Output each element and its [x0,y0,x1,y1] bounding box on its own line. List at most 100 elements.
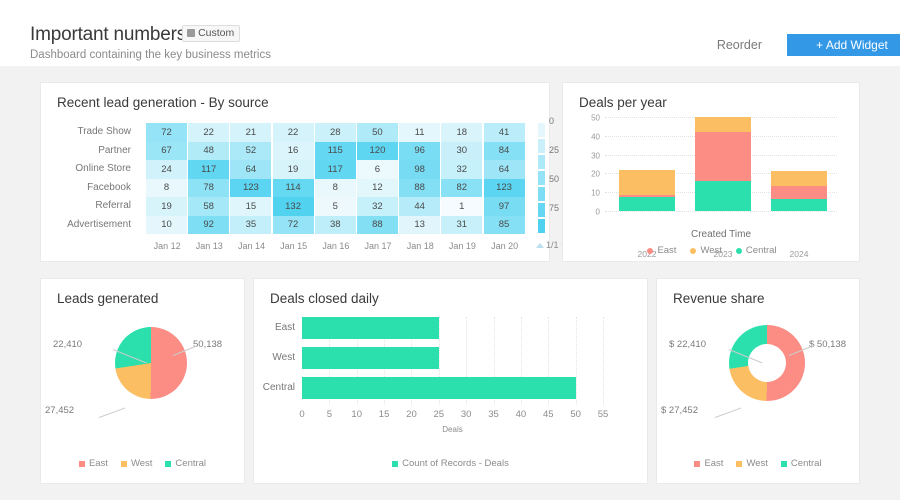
heatmap-cell[interactable]: 64 [483,160,525,179]
heatmap-cell[interactable]: 72 [146,123,187,142]
chart-legend[interactable]: Count of Records - Deals [254,458,647,469]
legend-item-central[interactable]: Central [165,458,206,469]
legend-item-west[interactable]: West [736,458,768,469]
heatmap-cell[interactable]: 22 [272,123,314,142]
chart-legend[interactable]: East West Central [563,245,861,256]
stacked-column-plot[interactable]: 0 10 20 30 40 50 2022 2023 2024 [591,114,837,259]
chevron-up-icon[interactable] [536,242,544,248]
heatmap-cell[interactable]: 10 [146,215,187,234]
legend-item-count-of-records[interactable]: Count of Records - Deals [392,458,509,469]
legend-item-west[interactable]: West [690,245,722,256]
heatmap-cell[interactable]: 98 [399,160,441,179]
bar-east[interactable] [302,317,439,339]
heatmap-cell[interactable]: 31 [441,215,483,234]
heatmap-cell[interactable]: 97 [483,197,525,216]
heatmap-cell[interactable]: 15 [230,197,272,216]
bar-segment-west[interactable] [619,169,675,196]
heatmap-cell[interactable]: 22 [188,123,230,142]
heatmap-cell[interactable]: 6 [356,160,398,179]
heatmap-cell[interactable]: 32 [356,197,398,216]
bar-west[interactable] [302,347,439,369]
stacked-bar[interactable] [619,169,675,211]
heatmap-cell[interactable]: 1 [441,197,483,216]
bar-segment-central[interactable] [771,198,827,211]
heatmap-cell[interactable]: 32 [441,160,483,179]
chart-legend[interactable]: East West Central [41,458,244,469]
bar-central[interactable] [302,377,576,399]
status-badge[interactable]: Custom [182,25,241,42]
add-widget-button[interactable]: + Add Widget [787,34,900,56]
heatmap-x-label: Jan 13 [195,241,223,251]
heatmap-cell[interactable]: 11 [399,123,441,142]
heatmap-cell[interactable]: 85 [483,215,525,234]
bar-segment-central[interactable] [695,180,751,211]
donut-chart-area[interactable]: $ 50,138 $ 27,452 $ 22,410 [657,313,861,443]
heatmap-cell[interactable]: 16 [272,141,314,160]
bar-segment-east[interactable] [771,185,827,199]
heatmap-cell[interactable]: 35 [230,215,272,234]
heatmap-cell[interactable]: 13 [399,215,441,234]
heatmap-grid[interactable]: Trade Show 72 22 21 22 28 50 11 18 41 Partner 67 48 5… [67,123,526,234]
heatmap-cell[interactable]: 132 [272,197,314,216]
heatmap-cell[interactable]: 123 [230,178,272,197]
heatmap-cell[interactable]: 96 [399,141,441,160]
heatmap-cell[interactable]: 92 [188,215,230,234]
heatmap-row: Advertisement 10 92 35 72 38 88 13 31 85 [67,215,526,234]
heatmap-cell[interactable]: 50 [356,123,398,142]
heatmap-cell[interactable]: 67 [146,141,187,160]
heatmap-pager-label: 1/1 [546,240,559,250]
heatmap-cell[interactable]: 120 [356,141,398,160]
heatmap-cell[interactable]: 44 [399,197,441,216]
heatmap-cell[interactable]: 18 [441,123,483,142]
widget-title: Leads generated [57,291,159,306]
heatmap-cell[interactable]: 58 [188,197,230,216]
legend-item-central[interactable]: Central [780,458,822,469]
stacked-bar[interactable] [771,170,827,211]
bar-segment-east[interactable] [695,132,751,181]
heatmap-cell[interactable]: 5 [314,197,356,216]
horizontal-bar-plot[interactable]: 0 5 10 15 20 25 30 35 40 45 50 55 East West Central [263,317,608,420]
heatmap-cell[interactable]: 84 [483,141,525,160]
heatmap-cell[interactable]: 82 [441,178,483,197]
heatmap-cell[interactable]: 88 [356,215,398,234]
heatmap-cell[interactable]: 117 [188,160,230,179]
heatmap-cell[interactable]: 41 [483,123,525,142]
reorder-button[interactable]: Reorder [717,38,762,52]
heatmap-cell[interactable]: 30 [441,141,483,160]
bar-segment-central[interactable] [619,196,675,211]
chart-legend[interactable]: East West Central [657,458,859,469]
heatmap-cell[interactable]: 38 [314,215,356,234]
bar-segment-west[interactable] [771,170,827,186]
heatmap-cell[interactable]: 52 [230,141,272,160]
heatmap-cell[interactable]: 64 [230,160,272,179]
heatmap-cell[interactable]: 28 [314,123,356,142]
heatmap-cell[interactable]: 72 [272,215,314,234]
x-axis-tick: 25 [433,409,445,420]
heatmap-row-label: Facebook [87,181,131,193]
bar-segment-west[interactable] [695,117,751,133]
legend-item-central[interactable]: Central [735,245,777,256]
legend-item-east[interactable]: East [694,458,723,469]
heatmap-cell[interactable]: 8 [314,178,356,197]
heatmap-cell[interactable]: 21 [230,123,272,142]
heatmap-cell[interactable]: 12 [356,178,398,197]
heatmap-cell[interactable]: 115 [314,141,356,160]
heatmap-cell[interactable]: 78 [188,178,230,197]
heatmap-cell[interactable]: 19 [146,197,187,216]
heatmap-cell[interactable]: 8 [146,178,187,197]
stacked-bar[interactable] [695,117,751,211]
heatmap-cell[interactable]: 123 [483,178,525,197]
heatmap-cell[interactable]: 114 [272,178,314,197]
colorbar-segment [538,219,545,233]
pie-chart-area[interactable]: 50,138 27,452 22,410 [41,313,246,443]
legend-item-west[interactable]: West [120,458,152,469]
heatmap-cell[interactable]: 19 [272,160,314,179]
legend-item-east[interactable]: East [647,245,676,256]
pie-chart[interactable] [115,327,187,399]
legend-item-east[interactable]: East [78,458,108,469]
heatmap-cell[interactable]: 117 [314,160,356,179]
heatmap-cell[interactable]: 24 [146,160,187,179]
heatmap-colorbar [538,123,545,235]
heatmap-cell[interactable]: 48 [188,141,230,160]
heatmap-cell[interactable]: 88 [399,178,441,197]
